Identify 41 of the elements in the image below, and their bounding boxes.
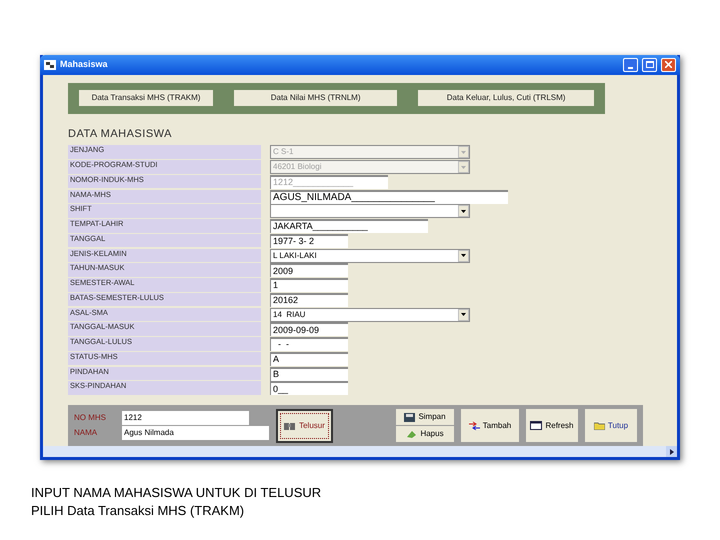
dropdown-field[interactable]: 14 RIAU [270, 308, 470, 322]
navigation-button[interactable]: Data Keluar, Lulus, Cuti (TRLSM) [418, 90, 594, 106]
refresh-button[interactable]: Refresh [526, 409, 578, 442]
navigation-button[interactable]: Data Nilai MHS (TRNLM) [234, 90, 398, 106]
field-label: NO MHS [74, 412, 107, 424]
text-field[interactable]: AGUS_NILMADA_______________ [270, 190, 508, 204]
window-title: Mahasiswa [60, 58, 109, 72]
app-icon [44, 60, 56, 70]
minimize-button[interactable] [623, 58, 638, 72]
navigation-button[interactable]: Data Transaksi MHS (TRAKM) [79, 90, 214, 106]
add-button[interactable]: Tambah [461, 409, 519, 442]
delete-button[interactable]: Hapus [396, 426, 454, 442]
close-button[interactable] [661, 58, 676, 72]
add-arrows-icon [468, 421, 480, 430]
close-button[interactable]: Tutup [585, 409, 637, 442]
text-field[interactable]: Agus Nilmada [122, 426, 269, 440]
scroll-right-icon[interactable] [666, 446, 677, 457]
text-field[interactable]: 0__ [270, 381, 348, 396]
section-title: DATA MAHASISWA [68, 126, 173, 142]
save-button[interactable]: Simpan [396, 409, 454, 425]
close-icon [665, 61, 672, 68]
text-field[interactable]: 20162 [270, 292, 348, 307]
text-field[interactable]: A [270, 352, 348, 366]
text-field[interactable]: 2009-09-09 [270, 322, 348, 336]
folder-icon [594, 422, 605, 430]
search-button[interactable]: Telusur [276, 408, 333, 442]
text-field[interactable]: 2009 [270, 263, 348, 278]
caption-text: PILIH Data Transaksi MHS (TRAKM) [31, 502, 246, 520]
maximize-button[interactable] [642, 58, 657, 72]
dropdown-field[interactable] [270, 204, 470, 218]
text-field[interactable]: B [270, 366, 348, 380]
binoculars-icon [284, 420, 296, 430]
caption-text: INPUT NAMA MAHASISWA UNTUK DI TELUSUR [31, 484, 322, 502]
text-field[interactable]: JAKARTA___________ [270, 219, 428, 233]
window-icon [530, 421, 542, 430]
text-field[interactable]: 1977- 3- 2 [270, 234, 348, 248]
text-field[interactable]: - - [270, 337, 348, 351]
text-field[interactable]: 1212 [122, 411, 249, 425]
field-label: NAMA [74, 427, 98, 439]
text-field[interactable]: 1 [270, 278, 348, 292]
dropdown-field[interactable]: L LAKI-LAKI [270, 248, 470, 262]
